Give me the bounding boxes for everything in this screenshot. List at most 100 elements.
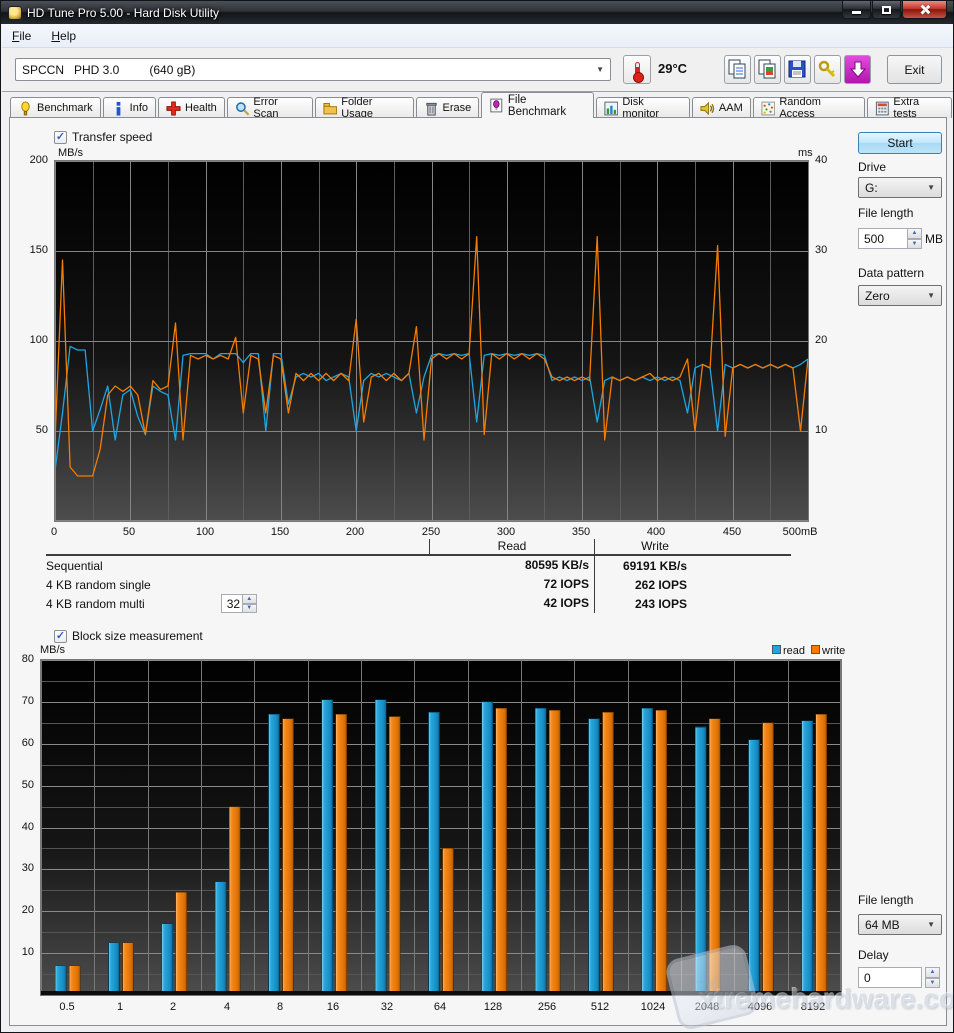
tab-extra-tests[interactable]: Extra tests: [867, 97, 952, 118]
tab-error-scan[interactable]: Error Scan: [227, 97, 313, 118]
block-size-checkbox[interactable]: ✓: [54, 630, 67, 643]
read-value: 72 IOPS: [430, 575, 595, 594]
spin-up-icon[interactable]: ▲: [907, 228, 922, 239]
save-button[interactable]: [784, 55, 811, 84]
health-cross-icon: [166, 101, 181, 116]
delay-input[interactable]: 0: [858, 967, 922, 988]
start-button[interactable]: Start: [858, 132, 942, 154]
results-table: Read Write Sequential 80595 KB/s 69191 K…: [46, 539, 791, 613]
delay-label: Delay: [858, 948, 889, 962]
queue-depth-input[interactable]: 32: [221, 594, 243, 613]
tab-label: AAM: [719, 102, 743, 114]
title-bar: HD Tune Pro 5.00 - Hard Disk Utility: [1, 1, 953, 24]
menu-help[interactable]: Help: [41, 26, 86, 46]
queue-depth-spinner: 32 ▲▼: [221, 594, 257, 613]
file-length-label: File length: [858, 206, 913, 220]
drive-selector-dropdown[interactable]: SPCCN PHD 3.0 (640 gB) ▼: [15, 58, 611, 81]
tick-label: 50: [18, 424, 48, 436]
update-button[interactable]: [844, 55, 871, 84]
write-value: 69191 KB/s: [595, 559, 715, 573]
tick-label: 1024: [641, 1001, 665, 1013]
tab-aam[interactable]: AAM: [692, 97, 751, 118]
temperature-button[interactable]: [623, 55, 651, 84]
tick-label: 40: [4, 821, 34, 833]
transfer-speed-checkbox-row: ✓ Transfer speed: [54, 130, 152, 144]
menu-file[interactable]: File: [2, 26, 41, 46]
read-legend-label: read: [783, 645, 805, 657]
random-dots-icon: [761, 101, 776, 116]
tab-label: File Benchmark: [508, 94, 586, 118]
trash-icon: [424, 101, 439, 116]
maximize-icon: [882, 6, 891, 14]
copy-text-button[interactable]: [724, 55, 751, 84]
tick-label: 400: [647, 526, 665, 538]
tick-label: 150: [271, 526, 289, 538]
copy-image-button[interactable]: [754, 55, 781, 84]
exit-button[interactable]: Exit: [887, 55, 942, 84]
transfer-speed-checkbox[interactable]: ✓: [54, 131, 67, 144]
file-length-unit: MB: [925, 232, 943, 246]
block-size-checkbox-row: ✓ Block size measurement: [54, 629, 203, 643]
data-pattern-value: Zero: [865, 289, 890, 303]
spin-down-icon[interactable]: ▼: [907, 239, 922, 250]
tick-label: 8192: [801, 1001, 825, 1013]
copy-text-icon: [728, 59, 747, 80]
start-label: Start: [887, 136, 912, 150]
read-column-header: Read: [430, 539, 595, 554]
bar-chart-icon: [604, 101, 619, 116]
file-benchmark-panel: ✓ Transfer speed Start Drive G: ▼ File l…: [9, 117, 947, 1026]
block-size-chart: [40, 659, 842, 996]
spin-up-icon[interactable]: ▲: [925, 967, 940, 978]
tab-benchmark[interactable]: Benchmark: [10, 97, 101, 118]
toolbar: SPCCN PHD 3.0 (640 gB) ▼ 29°C: [2, 48, 954, 92]
row-label: 4 KB random single: [46, 578, 430, 592]
tick-label: 200: [346, 526, 364, 538]
tab-file-benchmark[interactable]: File Benchmark: [481, 92, 593, 118]
tick-label: 20: [815, 334, 827, 346]
thermometer-icon: [635, 62, 640, 80]
tick-label: 256: [538, 1001, 556, 1013]
tab-label: Benchmark: [37, 102, 93, 114]
options-button[interactable]: [814, 55, 841, 84]
tab-label: Info: [130, 102, 148, 114]
maximize-button[interactable]: [872, 1, 901, 19]
download-arrow-icon: [850, 61, 866, 78]
tick-label: 4096: [748, 1001, 772, 1013]
tick-label: 50: [123, 526, 135, 538]
spin-down-icon[interactable]: ▼: [242, 604, 257, 614]
tick-label: 32: [381, 1001, 393, 1013]
close-button[interactable]: [902, 1, 947, 19]
tick-label: 350: [572, 526, 590, 538]
tick-label: 1: [117, 1001, 123, 1013]
row-label: 4 KB random multi: [46, 597, 145, 611]
spin-down-icon[interactable]: ▼: [925, 978, 940, 989]
tab-disk-monitor[interactable]: Disk monitor: [596, 97, 690, 118]
tick-label: 10: [4, 946, 34, 958]
transfer-speed-chart: [54, 160, 809, 522]
speaker-icon: [700, 101, 715, 116]
bottom-file-length-label: File length: [858, 893, 913, 907]
window-title: HD Tune Pro 5.00 - Hard Disk Utility: [27, 6, 219, 20]
chart1-y-unit-left: MB/s: [58, 147, 83, 159]
tab-info[interactable]: Info: [103, 97, 156, 118]
tick-label: 8: [277, 1001, 283, 1013]
transfer-speed-label: Transfer speed: [72, 130, 152, 144]
spin-up-icon[interactable]: ▲: [242, 594, 257, 604]
tab-health[interactable]: Health: [158, 97, 225, 118]
table-row: 4 KB random single 72 IOPS 262 IOPS: [46, 575, 791, 594]
drive-label: Drive: [858, 160, 886, 174]
tab-erase[interactable]: Erase: [416, 97, 480, 118]
tick-label: 60: [4, 737, 34, 749]
delay-spinner: 0 ▲▼: [858, 967, 940, 988]
tab-label: Erase: [443, 102, 472, 114]
app-icon: [8, 6, 22, 20]
data-pattern-dropdown[interactable]: Zero ▼: [858, 285, 942, 306]
file-benchmark-icon: [489, 98, 504, 113]
minimize-button[interactable]: [842, 1, 871, 19]
tick-label: 4: [224, 1001, 230, 1013]
bottom-file-length-dropdown[interactable]: 64 MB ▼: [858, 914, 942, 935]
file-length-input[interactable]: 500: [858, 228, 908, 249]
tab-random-access[interactable]: Random Access: [753, 97, 865, 118]
tab-folder-usage[interactable]: Folder Usage: [315, 97, 414, 118]
drive-dropdown[interactable]: G: ▼: [858, 177, 942, 198]
